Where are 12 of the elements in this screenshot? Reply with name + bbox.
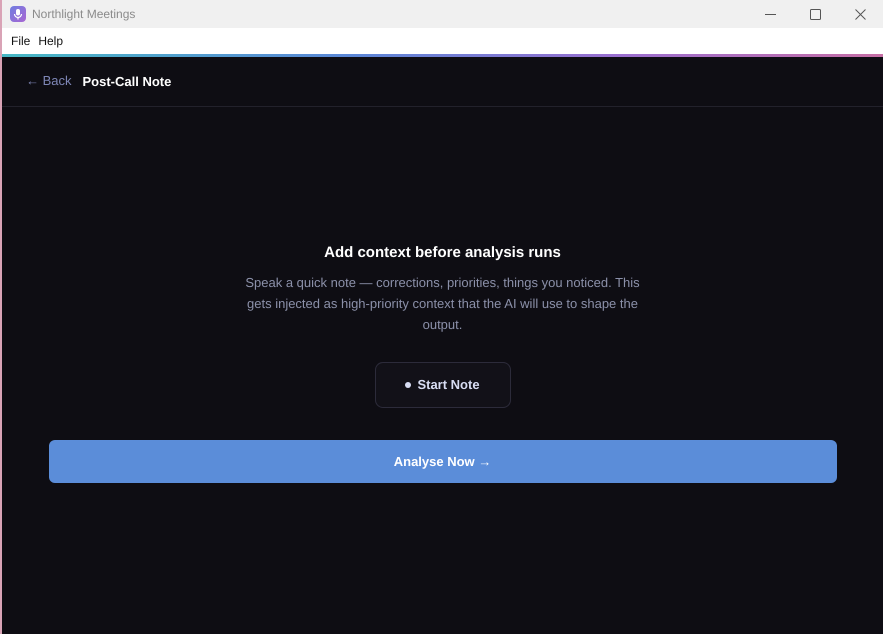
back-link[interactable]: ← Back [26, 70, 72, 90]
menu-item[interactable]: Help [35, 32, 66, 50]
maximize-icon [810, 8, 821, 20]
page-title: Post-Call Note [82, 72, 172, 91]
prompt-description: Speak a quick note — corrections, priorities, things you noticed. This gets injected as high-priority context that the AI will use to shape the output. [244, 274, 641, 334]
menu-item[interactable]: File [8, 32, 34, 50]
window-title: Northlight Meetings [32, 6, 136, 23]
record-dot-icon [405, 382, 412, 388]
microphone-app-icon [10, 6, 26, 22]
start-note-button[interactable]: Start Note [374, 362, 510, 408]
prompt-heading: Add context before analysis runs [324, 244, 561, 262]
close-icon [855, 8, 866, 20]
